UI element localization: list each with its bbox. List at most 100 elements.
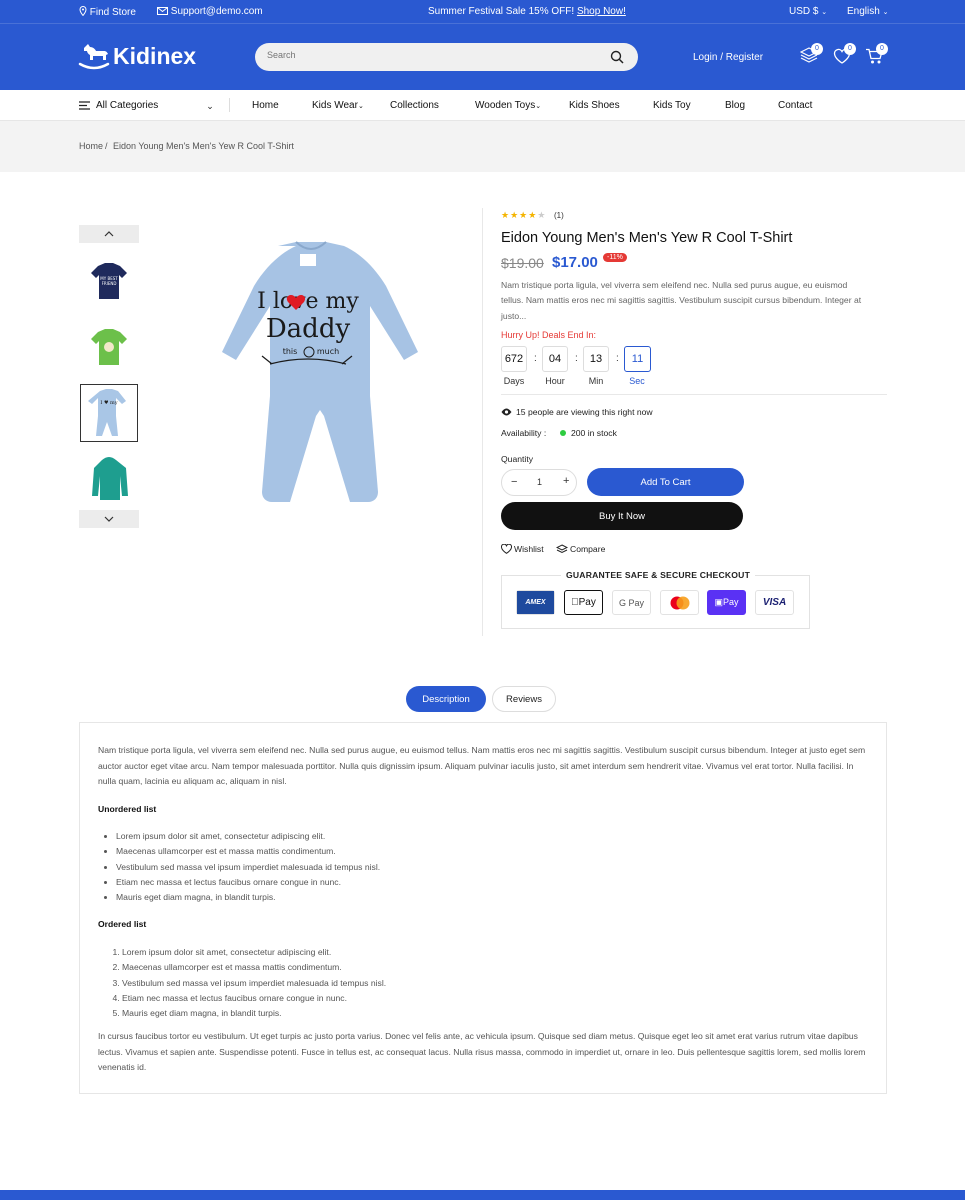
location-pin-icon (79, 5, 87, 17)
rocking-horse-icon (78, 44, 110, 70)
chevron-up-icon (104, 231, 114, 237)
thumbnail-blue-onesie[interactable]: I ♥ my (80, 384, 138, 442)
list-item: Mauris eget diam magna, in blandit turpi… (116, 890, 868, 905)
search-bar (255, 43, 638, 71)
nav-item-collections[interactable]: Collections (390, 100, 439, 111)
thumb-next-button[interactable] (79, 510, 139, 528)
column-divider (482, 208, 483, 636)
support-email-link[interactable]: Support@demo.com (157, 6, 263, 17)
countdown-colon: : (616, 353, 619, 364)
visa-icon: VISA (755, 590, 794, 615)
review-count[interactable]: (1) (554, 211, 564, 220)
cart-button[interactable]: 0 (865, 43, 888, 68)
countdown-label-days: Days (503, 376, 525, 386)
artwork-line3b: much (317, 347, 339, 356)
all-categories-dropdown[interactable]: All Categories ⌄ (79, 100, 214, 111)
login-register-link[interactable]: Login / Register (693, 52, 763, 63)
thumbnail-green-tshirt[interactable] (80, 318, 138, 376)
wishlist-link[interactable]: Wishlist (501, 544, 544, 554)
quantity-value[interactable]: 1 (537, 477, 542, 487)
rating-stars: ★★★★★ (501, 209, 546, 221)
countdown-label-secs: Sec (629, 376, 645, 386)
navy-tshirt-image: MY BESTFRIEND (91, 263, 127, 299)
quantity-stepper: − 1 + (501, 469, 577, 496)
add-to-cart-button[interactable]: Add To Cart (587, 468, 744, 496)
list-item: Etiam nec massa et lectus faucibus ornar… (122, 991, 868, 1006)
quantity-increase-button[interactable]: + (563, 475, 569, 487)
google-pay-icon: G Pay (612, 590, 651, 615)
viewers-indicator: 15 people are viewing this right now (501, 407, 653, 417)
shop-now-link[interactable]: Shop Now! (577, 6, 626, 17)
nav-item-contact[interactable]: Contact (778, 100, 812, 111)
unordered-list: Lorem ipsum dolor sit amet, consectetur … (116, 829, 868, 905)
compare-count-badge: 0 (811, 43, 823, 55)
list-item: Maecenas ullamcorper est et massa mattis… (116, 844, 868, 859)
countdown-days: 672 (501, 346, 527, 372)
nav-item-kids-shoes[interactable]: Kids Shoes (569, 100, 620, 111)
promo-banner: Summer Festival Sale 15% OFF! Shop Now! (428, 6, 626, 17)
quantity-label: Quantity (501, 454, 534, 464)
unordered-heading: Unordered list (98, 803, 157, 814)
green-tshirt-image (91, 329, 127, 365)
nav-item-kids-wear[interactable]: Kids Wear⌄ (312, 100, 364, 111)
breadcrumb-current: Eidon Young Men's Men's Yew R Cool T-Shi… (113, 141, 294, 151)
menu-icon (79, 101, 90, 110)
thumbnail-green-hoodie[interactable] (80, 450, 138, 508)
countdown-secs: 11 (624, 346, 651, 372)
star-empty-icon: ★ (537, 210, 546, 220)
cart-count-badge: 0 (876, 43, 888, 55)
nav-item-blog[interactable]: Blog (725, 100, 745, 111)
star-filled-icon: ★ (519, 210, 528, 220)
discount-badge: -11% (603, 253, 627, 262)
star-filled-icon: ★ (528, 210, 537, 220)
chevron-down-icon: ⌄ (357, 103, 364, 110)
star-filled-icon: ★ (501, 210, 510, 220)
nav-item-wooden-toys[interactable]: Wooden Toys⌄ (475, 100, 541, 111)
tab-reviews[interactable]: Reviews (492, 686, 556, 712)
nav-item-kids-toy[interactable]: Kids Toy (653, 100, 691, 111)
chevron-down-icon: ⌄ (882, 9, 889, 16)
breadcrumb-home[interactable]: Home (79, 141, 103, 151)
list-item: Etiam nec massa et lectus faucibus ornar… (116, 875, 868, 890)
thumb-prev-button[interactable] (79, 225, 139, 243)
buy-now-button[interactable]: Buy It Now (501, 502, 743, 530)
currency-select[interactable]: USD $ ⌄ (789, 6, 827, 17)
mail-icon (157, 7, 168, 15)
shop-pay-icon: ▣Pay (707, 590, 746, 615)
star-filled-icon: ★ (510, 210, 519, 220)
compare-button[interactable]: 0 (799, 43, 823, 66)
artwork-line2: Daddy (266, 314, 351, 344)
language-select[interactable]: English ⌄ (847, 6, 888, 17)
list-item: Mauris eget diam magna, in blandit turpi… (122, 1006, 868, 1021)
divider (501, 394, 887, 395)
svg-text:I ♥ my: I ♥ my (100, 400, 117, 406)
chevron-down-icon: ⌄ (206, 100, 214, 111)
footer-strip (0, 1190, 965, 1200)
promo-text: Summer Festival Sale 15% OFF! (428, 6, 575, 17)
wishlist-button[interactable]: 0 (833, 43, 856, 67)
chevron-down-icon: ⌄ (535, 103, 542, 110)
tab-description[interactable]: Description (406, 686, 486, 712)
product-main-image[interactable]: I love my Daddy this much (200, 238, 425, 503)
artwork-line1: I love my (257, 289, 359, 314)
nav-item-home[interactable]: Home (252, 100, 279, 111)
hurry-text: Hurry Up! Deals End In: (501, 330, 597, 340)
breadcrumb-separator: / (105, 141, 108, 151)
quantity-decrease-button[interactable]: − (511, 476, 517, 488)
countdown-mins: 13 (583, 346, 609, 372)
ordered-list: Lorem ipsum dolor sit amet, consectetur … (122, 945, 868, 1021)
mastercard-icon (660, 590, 699, 615)
list-item: Maecenas ullamcorper est et massa mattis… (122, 960, 868, 975)
list-item: Vestibulum sed massa vel ipsum imperdiet… (122, 976, 868, 991)
logo[interactable]: Kidinex (78, 42, 196, 70)
thumbnail-navy-tshirt[interactable]: MY BEST FRIEND (80, 252, 138, 310)
layers-icon (556, 544, 568, 554)
search-input[interactable] (267, 50, 587, 60)
chevron-down-icon: ⌄ (821, 9, 828, 16)
blue-onesie-image: I ♥ my (88, 389, 126, 436)
description-panel: Nam tristique porta ligula, vel viverra … (79, 722, 887, 1094)
in-stock-dot-icon (560, 430, 566, 436)
find-store-link[interactable]: Find Store (79, 5, 136, 18)
compare-link[interactable]: Compare (556, 544, 605, 554)
search-icon[interactable] (610, 50, 624, 64)
